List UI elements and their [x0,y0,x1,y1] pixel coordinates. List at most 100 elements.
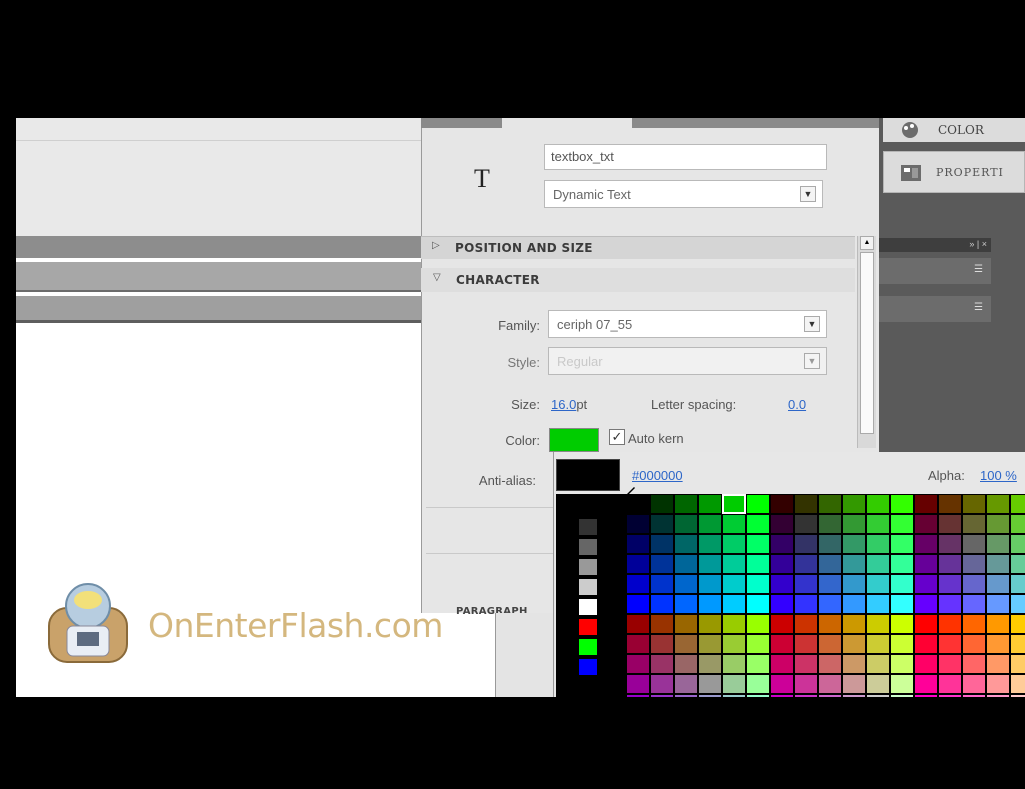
color-swatch[interactable] [794,594,818,614]
color-swatch[interactable] [722,514,746,534]
color-swatch[interactable] [674,614,698,634]
color-swatch[interactable] [986,674,1010,694]
panel-menu-icon[interactable]: » | × [969,239,987,249]
color-swatch[interactable] [890,634,914,654]
color-swatch[interactable] [698,634,722,654]
color-swatch[interactable] [866,574,890,594]
text-type-dropdown[interactable]: Dynamic Text ▼ [544,180,823,208]
color-swatch[interactable] [914,654,938,674]
color-swatch[interactable] [1010,574,1025,594]
panel-menu-icon[interactable]: ☰ [974,264,983,275]
color-swatch[interactable] [626,614,650,634]
color-swatch[interactable] [866,554,890,574]
color-swatch[interactable] [794,694,818,697]
color-swatch[interactable] [962,574,986,594]
color-swatch[interactable] [914,514,938,534]
color-swatch[interactable] [890,594,914,614]
dropdown-arrow-icon[interactable]: ▼ [800,186,816,202]
dock-row-1[interactable]: ☰ [879,258,991,284]
color-swatch[interactable] [746,494,770,514]
expand-icon[interactable]: ▷ [432,240,440,251]
color-swatch[interactable] [674,634,698,654]
color-swatch[interactable] [770,674,794,694]
color-swatch[interactable] [722,694,746,697]
color-swatch[interactable] [914,574,938,594]
color-swatch[interactable] [1010,614,1025,634]
color-swatch[interactable] [698,654,722,674]
color-swatch[interactable] [866,674,890,694]
color-swatch[interactable] [794,494,818,514]
color-swatch[interactable] [746,574,770,594]
color-swatch[interactable] [866,654,890,674]
color-swatch[interactable] [890,514,914,534]
color-swatch[interactable] [746,514,770,534]
panel-scrollbar[interactable]: ▲ [857,236,876,448]
color-swatch[interactable] [914,534,938,554]
color-swatch[interactable] [650,594,674,614]
color-swatch[interactable] [914,494,938,514]
dock-row-2[interactable]: ☰ [879,296,991,322]
color-swatch[interactable] [962,514,986,534]
color-swatch[interactable] [866,694,890,697]
color-swatch[interactable] [722,574,746,594]
color-swatch[interactable] [818,554,842,574]
color-swatch[interactable] [770,494,794,514]
color-swatch[interactable] [986,494,1010,514]
font-size-value[interactable]: 16.0 [551,397,576,412]
letter-spacing-value[interactable]: 0.0 [788,397,806,412]
color-swatch[interactable] [818,594,842,614]
color-swatch[interactable] [794,634,818,654]
auto-kern-checkbox[interactable]: ✓ [609,429,625,445]
color-swatch[interactable] [794,554,818,574]
color-swatch[interactable] [914,674,938,694]
color-swatch[interactable] [794,674,818,694]
color-swatch[interactable] [938,594,962,614]
panel-menu-icon[interactable]: ☰ [974,302,983,313]
color-swatch[interactable] [842,614,866,634]
color-swatch[interactable] [626,554,650,574]
color-swatch[interactable] [746,634,770,654]
character-header[interactable]: ▽ CHARACTER [421,268,855,292]
color-swatch[interactable] [578,518,598,536]
color-swatch[interactable] [794,614,818,634]
color-swatch[interactable] [674,574,698,594]
color-swatch[interactable] [650,614,674,634]
color-swatch[interactable] [1010,594,1025,614]
color-swatch[interactable] [770,514,794,534]
color-swatch[interactable] [866,494,890,514]
color-swatch[interactable] [1010,654,1025,674]
color-swatch[interactable] [866,594,890,614]
color-swatch[interactable] [842,534,866,554]
color-swatch[interactable] [722,554,746,574]
color-swatch[interactable] [818,574,842,594]
color-swatch[interactable] [626,694,650,697]
color-swatch[interactable] [770,654,794,674]
color-swatch[interactable] [938,634,962,654]
color-swatch[interactable] [842,494,866,514]
color-swatch[interactable] [578,638,598,656]
color-swatch[interactable] [626,534,650,554]
color-swatch[interactable] [962,554,986,574]
color-swatch[interactable] [986,554,1010,574]
color-swatch[interactable] [746,534,770,554]
color-swatch[interactable] [674,654,698,674]
color-swatch[interactable] [578,618,598,636]
collapse-icon[interactable]: ▽ [433,272,441,283]
color-swatch[interactable] [890,654,914,674]
color-swatch[interactable] [698,494,722,514]
color-swatch[interactable] [722,534,746,554]
color-swatch[interactable] [890,614,914,634]
color-swatch[interactable] [578,658,598,676]
color-swatch[interactable] [722,674,746,694]
color-swatch[interactable] [650,494,674,514]
color-swatch[interactable] [698,694,722,697]
color-swatch[interactable] [1010,674,1025,694]
color-swatch[interactable] [986,534,1010,554]
color-swatch[interactable] [890,554,914,574]
color-swatch[interactable] [746,614,770,634]
instance-name-input[interactable]: textbox_txt [544,144,827,170]
color-dock-button[interactable]: COLOR [883,118,1025,142]
color-swatch[interactable] [674,494,698,514]
color-swatch[interactable] [866,534,890,554]
color-swatch[interactable] [914,594,938,614]
